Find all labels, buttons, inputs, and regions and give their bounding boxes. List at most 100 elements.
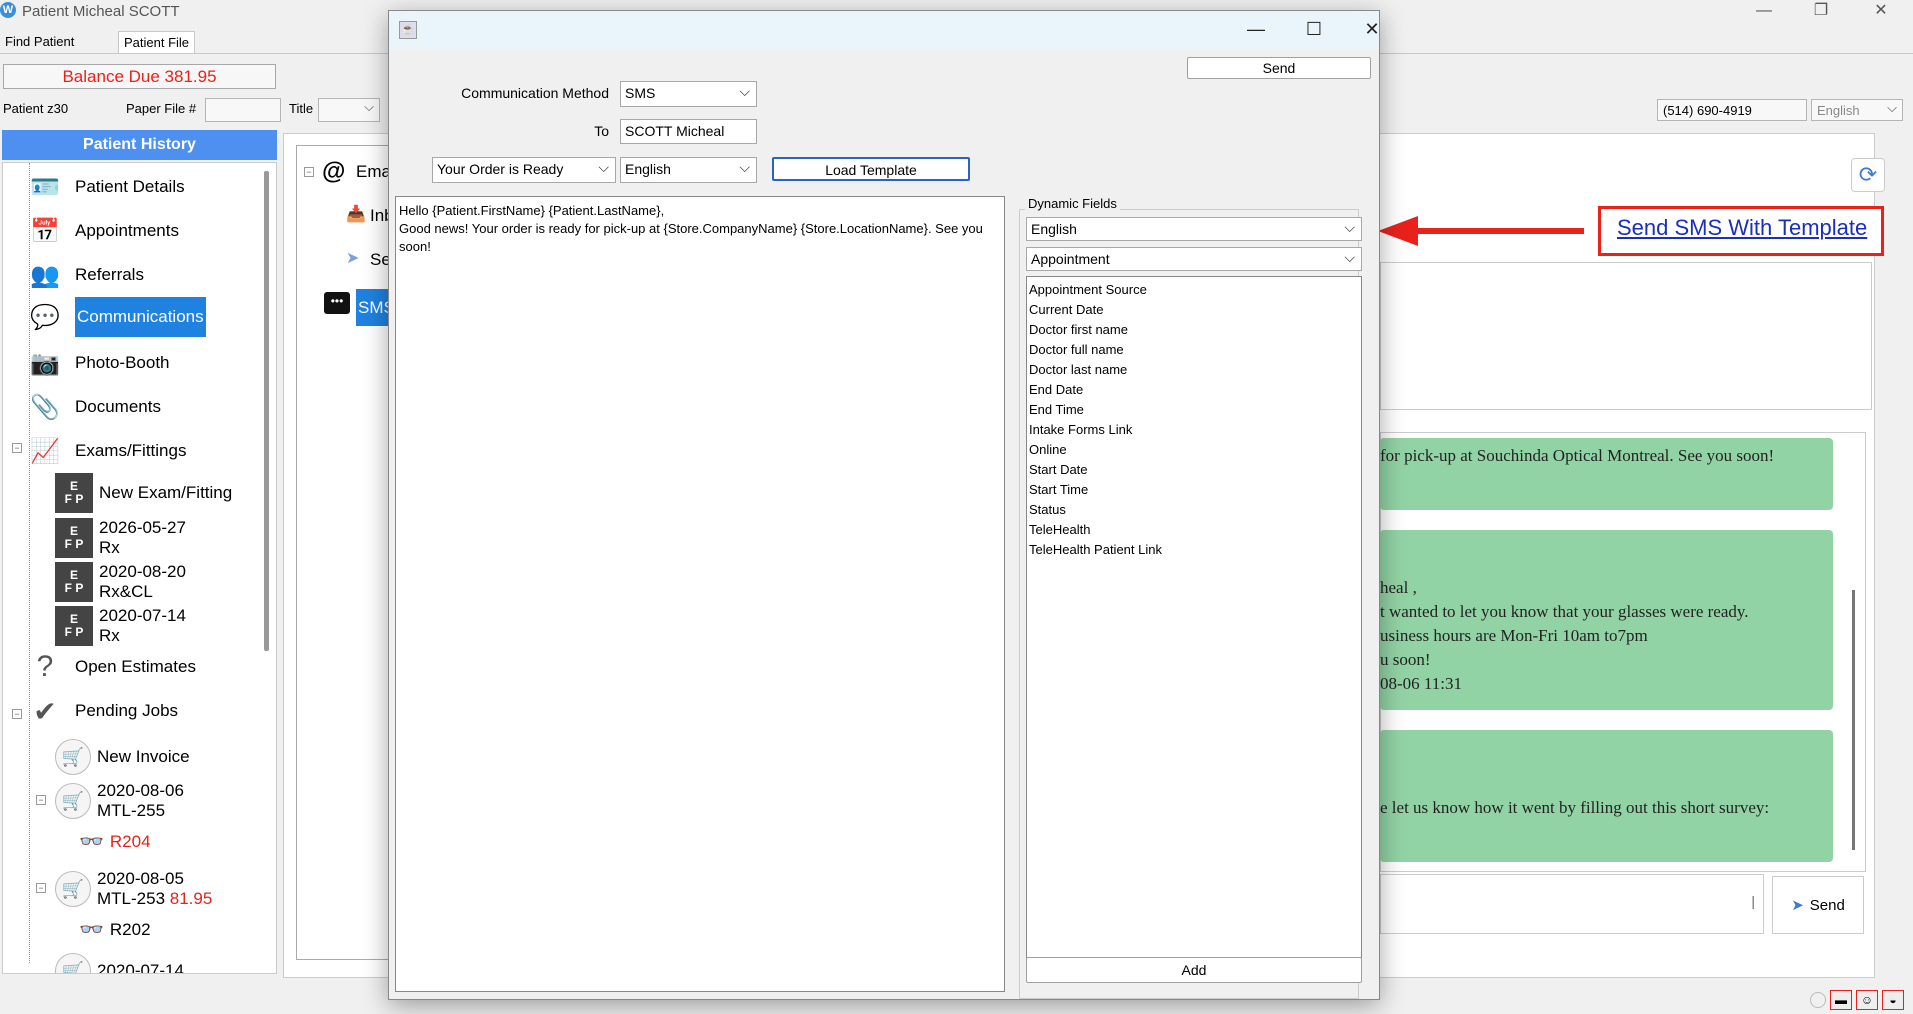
title-select[interactable] bbox=[318, 98, 380, 122]
to-field[interactable]: SCOTT Micheal bbox=[620, 119, 757, 144]
question-mark-icon: ? bbox=[36, 650, 54, 683]
message-editor[interactable]: Hello {Patient.FirstName} {Patient.LastN… bbox=[395, 196, 1005, 992]
dynamic-field-item[interactable]: End Time bbox=[1029, 400, 1359, 420]
template-select[interactable]: Your Order is Ready bbox=[432, 157, 616, 183]
refresh-button[interactable]: ⟳ bbox=[1851, 158, 1885, 192]
sidebar-item-communications[interactable]: 💬 Communications bbox=[25, 297, 206, 337]
dynamic-field-item[interactable]: Appointment Source bbox=[1029, 280, 1359, 300]
sidebar-item-exam[interactable]: EF P 2026-05-27 Rx bbox=[55, 518, 186, 558]
collapse-exams-icon[interactable]: − bbox=[12, 443, 22, 453]
dynamic-field-item[interactable]: Doctor full name bbox=[1029, 340, 1359, 360]
glasses-tray-icon[interactable]: ◒ bbox=[1882, 990, 1904, 1010]
dialog-send-button[interactable]: Send bbox=[1187, 57, 1371, 79]
close-button[interactable]: ✕ bbox=[1858, 0, 1904, 24]
dynamic-field-item[interactable]: Online bbox=[1029, 440, 1359, 460]
checkmark-icon: ✔ bbox=[33, 695, 57, 727]
sidebar-item-label: Pending Jobs bbox=[75, 701, 179, 720]
phone-field[interactable]: (514) 690-4919 bbox=[1657, 99, 1807, 121]
dialog-maximize-button[interactable]: ☐ bbox=[1291, 17, 1337, 43]
window-title: Patient Micheal SCOTT bbox=[22, 3, 180, 20]
dynamic-field-item[interactable]: Start Time bbox=[1029, 480, 1359, 500]
sidebar-item-label: Referrals bbox=[75, 265, 144, 284]
exam-type: Rx bbox=[99, 626, 120, 645]
dynamic-field-item[interactable]: End Date bbox=[1029, 380, 1359, 400]
sidebar-item-job[interactable]: 👓 R202 bbox=[79, 917, 151, 942]
sidebar-item-exam[interactable]: EF P 2020-07-14 Rx bbox=[55, 606, 186, 646]
user-tray-icon[interactable]: ☺ bbox=[1856, 990, 1878, 1010]
dynamic-field-item[interactable]: Start Date bbox=[1029, 460, 1359, 480]
job-label: R204 bbox=[109, 831, 151, 851]
sidebar-item-invoice[interactable]: 🛒 2020-07-14 bbox=[55, 953, 184, 974]
message-line: heal , bbox=[1380, 578, 1417, 597]
exam-date: 2020-08-20 bbox=[99, 562, 186, 581]
comm-node-sms[interactable]: SMS bbox=[356, 289, 395, 326]
cart-icon: 🛒 bbox=[55, 739, 91, 775]
load-template-button[interactable]: Load Template bbox=[772, 157, 970, 181]
collapse-invoice-icon[interactable]: − bbox=[36, 795, 46, 805]
restore-button[interactable]: ❐ bbox=[1798, 0, 1844, 24]
tab-find-patient[interactable]: Find Patient bbox=[0, 31, 79, 53]
message-line: usiness hours are Mon-Fri 10am to7pm bbox=[1380, 626, 1648, 645]
paper-file-input[interactable] bbox=[205, 98, 281, 122]
sidebar-item-open-estimates[interactable]: ? Open Estimates bbox=[25, 649, 196, 685]
sidebar-item-new-invoice[interactable]: 🛒 New Invoice bbox=[55, 739, 190, 775]
photo-booth-icon: 📷 bbox=[30, 349, 60, 377]
sidebar-item-pending-jobs[interactable]: ✔ Pending Jobs bbox=[25, 693, 178, 729]
sidebar-item-photo-booth[interactable]: 📷 Photo-Booth bbox=[25, 345, 169, 381]
sidebar-item-invoice[interactable]: 🛒 2020-08-05 MTL-253 81.95 bbox=[55, 869, 212, 909]
dynamic-field-item[interactable]: Doctor last name bbox=[1029, 360, 1359, 380]
exam-chart-icon: 📈 bbox=[30, 437, 60, 465]
reply-input[interactable]: | bbox=[1380, 874, 1764, 934]
invoice-amount: 81.95 bbox=[169, 889, 213, 908]
messages-scrollbar[interactable] bbox=[1852, 590, 1855, 850]
method-select[interactable]: SMS bbox=[620, 81, 757, 107]
status-circle-icon bbox=[1810, 992, 1826, 1008]
sidebar-scrollbar[interactable] bbox=[264, 171, 269, 651]
minimize-button[interactable]: — bbox=[1741, 0, 1787, 24]
patient-history-tree: 🪪 Patient Details 📅 Appointments 👥 Refer… bbox=[2, 162, 277, 974]
dynamic-field-item[interactable]: Status bbox=[1029, 500, 1359, 520]
collapse-email-icon[interactable]: − bbox=[304, 167, 314, 177]
dialog-minimize-button[interactable]: — bbox=[1233, 17, 1279, 43]
sidebar-item-referrals[interactable]: 👥 Referrals bbox=[25, 257, 144, 293]
dialog-close-button[interactable]: ✕ bbox=[1349, 17, 1395, 43]
sidebar-item-appointments[interactable]: 📅 Appointments bbox=[25, 213, 179, 249]
sidebar-item-exams[interactable]: 📈 Exams/Fittings bbox=[25, 433, 186, 469]
reply-send-button[interactable]: ➤ Send bbox=[1772, 876, 1864, 934]
sidebar-item-label: Documents bbox=[75, 397, 161, 416]
template-language-select[interactable]: English bbox=[620, 157, 757, 183]
status-tray: ▬ ☺ ◒ bbox=[1810, 988, 1910, 1012]
sidebar-item-patient-details[interactable]: 🪪 Patient Details bbox=[25, 169, 185, 205]
add-field-button[interactable]: Add bbox=[1026, 957, 1362, 983]
dynamic-category-select[interactable]: Appointment bbox=[1026, 247, 1362, 271]
sidebar-item-label: Open Estimates bbox=[75, 657, 196, 676]
balance-due: Balance Due 381.95 bbox=[3, 64, 276, 89]
invoice-date: 2020-08-05 bbox=[97, 869, 184, 888]
eye-chart-icon: EF P bbox=[55, 606, 93, 646]
sidebar-item-new-exam[interactable]: EF P New Exam/Fitting bbox=[55, 473, 232, 513]
invoice-date: 2020-07-14 bbox=[97, 961, 184, 974]
dynamic-fields-list[interactable]: Appointment Source Current Date Doctor f… bbox=[1026, 276, 1362, 959]
dynamic-field-item[interactable]: TeleHealth Patient Link bbox=[1029, 540, 1359, 560]
message-line: t wanted to let you know that your glass… bbox=[1380, 602, 1749, 621]
collapse-invoice-icon[interactable]: − bbox=[36, 883, 46, 893]
dynamic-language-select[interactable]: English bbox=[1026, 217, 1362, 241]
title-label: Title bbox=[289, 101, 314, 116]
sidebar-item-documents[interactable]: 📎 Documents bbox=[25, 389, 161, 425]
collapse-pending-icon[interactable]: − bbox=[12, 709, 22, 719]
sidebar-item-exam[interactable]: EF P 2020-08-20 Rx&CL bbox=[55, 562, 186, 602]
dynamic-field-item[interactable]: Intake Forms Link bbox=[1029, 420, 1359, 440]
compose-area[interactable] bbox=[1380, 262, 1872, 410]
dynamic-fields-label: Dynamic Fields bbox=[1025, 196, 1120, 211]
job-label: R202 bbox=[109, 919, 151, 939]
sidebar-item-job[interactable]: 👓 R204 bbox=[79, 829, 151, 854]
chat-tray-icon[interactable]: ▬ bbox=[1830, 990, 1852, 1010]
sidebar-item-invoice[interactable]: 🛒 2020-08-06 MTL-255 bbox=[55, 781, 184, 821]
annotation-text: Send SMS With Template bbox=[1617, 215, 1868, 240]
language-select[interactable]: English bbox=[1811, 99, 1903, 121]
dynamic-field-item[interactable]: TeleHealth bbox=[1029, 520, 1359, 540]
comm-node-email[interactable]: Ema bbox=[356, 162, 391, 182]
dynamic-field-item[interactable]: Doctor first name bbox=[1029, 320, 1359, 340]
dynamic-field-item[interactable]: Current Date bbox=[1029, 300, 1359, 320]
tab-patient-file[interactable]: Patient File bbox=[118, 31, 196, 53]
